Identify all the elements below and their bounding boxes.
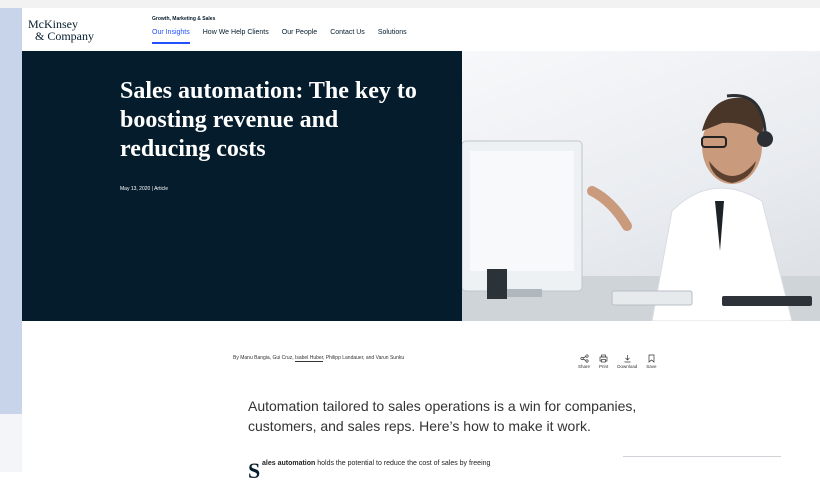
- hero-image: [462, 51, 820, 321]
- print-label: Print: [599, 364, 609, 369]
- nav-solutions[interactable]: Solutions: [378, 29, 407, 44]
- save-label: Save: [646, 364, 657, 369]
- drop-cap: S: [248, 458, 261, 483]
- download-icon: [624, 355, 631, 363]
- body-bold: ales automation: [262, 460, 316, 467]
- article-body: ales automation holds the potential to r…: [262, 460, 662, 467]
- byline: By Manu Bangia, Gui Cruz, Isabel Huber, …: [233, 355, 405, 362]
- byline-prefix: By Manu Bangia, Gui Cruz,: [233, 355, 295, 361]
- side-band: [0, 8, 22, 414]
- nav-contact-us[interactable]: Contact Us: [330, 29, 365, 44]
- article-lede: Automation tailored to sales operations …: [248, 398, 637, 434]
- download-label: Download: [617, 364, 638, 369]
- article-title: Sales automation: The key to boosting re…: [120, 78, 417, 162]
- site-header: McKinsey & Company Growth, Marketing & S…: [22, 8, 820, 52]
- browser-top-strip: [0, 0, 820, 8]
- share-button[interactable]: Share: [578, 354, 590, 369]
- body-text: holds the potential to reduce the cost o…: [315, 460, 491, 467]
- nav-our-insights[interactable]: Our Insights: [152, 29, 190, 44]
- print-button[interactable]: Print: [599, 354, 608, 369]
- bookmark-icon: [648, 354, 655, 363]
- main-nav: Our Insights How We Help Clients Our Peo…: [152, 29, 407, 44]
- save-button[interactable]: Save: [646, 354, 657, 369]
- sidebar-divider: [623, 456, 781, 457]
- article-tools: Share Print Download Save: [578, 354, 657, 369]
- share-label: Share: [578, 364, 591, 369]
- byline-suffix: , Philipp Landauer, and Varun Sunku: [323, 355, 405, 361]
- logo-line2: & Company: [35, 29, 94, 43]
- nav-our-people[interactable]: Our People: [282, 29, 317, 44]
- section-label[interactable]: Growth, Marketing & Sales: [152, 16, 215, 22]
- hero-illustration: [462, 93, 820, 321]
- print-icon: [599, 354, 608, 363]
- side-band-lower: [0, 414, 22, 472]
- download-button[interactable]: Download: [617, 354, 637, 369]
- mckinsey-logo[interactable]: McKinsey & Company: [28, 18, 94, 42]
- nav-how-we-help-clients[interactable]: How We Help Clients: [203, 29, 269, 44]
- article-meta: May 13, 2020 | Article: [120, 186, 168, 192]
- share-icon: [579, 354, 589, 363]
- author-link[interactable]: Isabel Huber: [294, 355, 324, 362]
